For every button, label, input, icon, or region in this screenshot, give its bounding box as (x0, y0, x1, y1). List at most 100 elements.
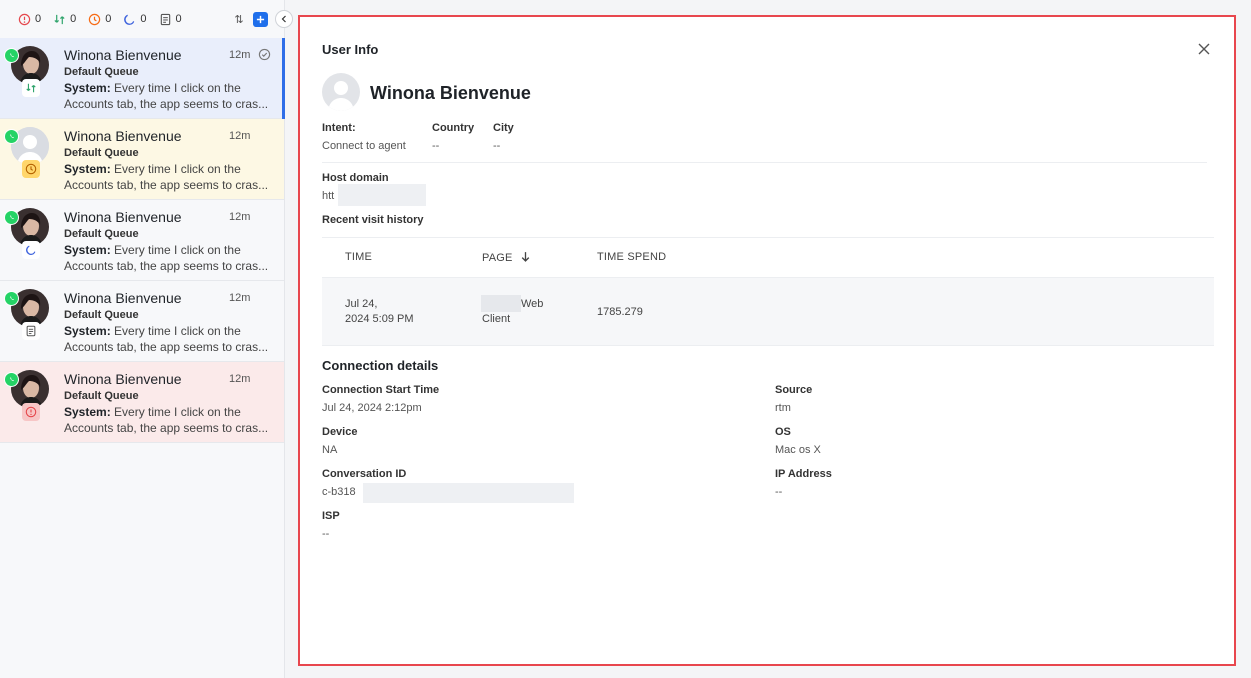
conversation-item[interactable]: Winona Bienvenue 12m Default Queue Syste… (0, 200, 284, 281)
redacted-block (363, 483, 574, 503)
column-header-time[interactable]: TIME (345, 251, 372, 263)
whatsapp-icon (4, 210, 19, 225)
moon-icon (22, 241, 40, 259)
cell-time-spend: 1785.279 (597, 306, 643, 318)
column-header-time-spend[interactable]: TIME SPEND (597, 251, 666, 263)
note-icon (160, 13, 170, 25)
avatar (322, 73, 360, 111)
conversation-name: Winona Bienvenue (64, 371, 182, 387)
counter-note[interactable]: 0 (159, 13, 182, 26)
isp-value: -- (322, 528, 330, 540)
chevron-left-icon (281, 15, 286, 23)
conversation-preview: System: Every time I click on the Account… (64, 323, 274, 355)
city-label: City (493, 122, 514, 134)
conversation-item[interactable]: Winona Bienvenue 12m Default Queue Syste… (0, 281, 284, 362)
conversation-name: Winona Bienvenue (64, 290, 182, 306)
city-value: -- (493, 140, 501, 152)
sidebar-actions: ⇅ (231, 0, 293, 38)
plus-icon (256, 15, 265, 23)
moon-icon (124, 14, 135, 25)
counter-moon[interactable]: 0 (123, 13, 147, 26)
conversation-id-value: c-b318 (322, 486, 356, 498)
ip-address-label: IP Address (775, 468, 832, 480)
conversation-item[interactable]: Winona Bienvenue 12m Default Queue Syste… (0, 119, 284, 200)
preview-line-2: Accounts tab, the app seems to cras... (64, 340, 269, 354)
recent-visit-label: Recent visit history (322, 214, 424, 226)
counter-alert-value: 0 (35, 13, 42, 25)
conversation-preview: System: Every time I click on the Account… (64, 80, 274, 112)
close-icon[interactable] (1196, 41, 1212, 57)
counter-clock[interactable]: 0 (88, 13, 111, 26)
redacted-block (481, 295, 521, 312)
redacted-block (338, 184, 426, 206)
counter-transfer[interactable]: 0 (53, 13, 76, 26)
counter-transfer-value: 0 (70, 13, 77, 25)
conversation-queue: Default Queue (64, 228, 139, 240)
start-time-value: Jul 24, 2024 2:12pm (322, 402, 422, 414)
counter-note-value: 0 (175, 13, 182, 25)
preview-sender: System: (64, 243, 111, 257)
whatsapp-icon (4, 372, 19, 387)
status-counter-bar: 0 0 0 0 0 ⇅ (0, 0, 293, 38)
preview-sender: System: (64, 324, 111, 338)
transfer-icon (54, 14, 65, 24)
conversation-item[interactable]: Winona Bienvenue 12m Default Queue Syste… (0, 38, 285, 119)
collapse-sidebar-button[interactable] (275, 10, 293, 28)
preview-line-1: Every time I click on the (114, 81, 241, 95)
table-row: Jul 24, 2024 5:09 PM Web Client 1785.279 (322, 278, 1214, 346)
preview-sender: System: (64, 162, 111, 176)
counter-moon-value: 0 (140, 13, 147, 25)
intent-label: Intent: (322, 122, 356, 134)
counter-alert[interactable]: 0 (18, 13, 41, 26)
whatsapp-icon (4, 48, 19, 63)
whatsapp-icon (4, 129, 19, 144)
conversation-time: 12m (229, 49, 251, 61)
conversation-sidebar: 0 0 0 0 0 ⇅ Winona Bienvenue 12m Default… (0, 0, 293, 678)
host-domain-value: htt (322, 190, 335, 202)
preview-line-1: Every time I click on the (114, 405, 241, 419)
add-conversation-button[interactable] (253, 11, 268, 27)
conversation-preview: System: Every time I click on the Account… (64, 242, 274, 274)
conversation-id-label: Conversation ID (322, 468, 407, 480)
panel-title: User Info (322, 42, 379, 57)
visit-history-table: TIME PAGE TIME SPEND Jul 24, 2024 5:09 P… (322, 237, 1214, 346)
conversation-preview: System: Every time I click on the Account… (64, 161, 274, 193)
sort-button[interactable]: ⇅ (231, 11, 247, 27)
country-value: -- (432, 140, 440, 152)
check-circle-icon[interactable] (258, 48, 271, 61)
os-label: OS (775, 426, 791, 438)
alert-circle-icon (18, 13, 31, 25)
conversation-time: 12m (229, 373, 251, 385)
note-icon (22, 322, 40, 340)
preview-line-2: Accounts tab, the app seems to cras... (64, 259, 269, 273)
preview-line-2: Accounts tab, the app seems to cras... (64, 97, 269, 111)
conversation-list: Winona Bienvenue 12m Default Queue Syste… (0, 38, 285, 443)
connection-details-title: Connection details (322, 358, 439, 373)
conversation-name: Winona Bienvenue (64, 47, 182, 63)
host-domain-label: Host domain (322, 172, 389, 184)
whatsapp-icon (4, 291, 19, 306)
cell-page-line-2: Client (482, 313, 511, 325)
arrow-down-icon (521, 252, 530, 262)
source-label: Source (775, 384, 813, 396)
conversation-name: Winona Bienvenue (64, 128, 182, 144)
counter-clock-value: 0 (105, 13, 112, 25)
preview-line-1: Every time I click on the (114, 162, 241, 176)
preview-sender: System: (64, 405, 111, 419)
conversation-time: 12m (229, 130, 251, 142)
start-time-label: Connection Start Time (322, 384, 440, 396)
conversation-queue: Default Queue (64, 66, 139, 78)
cell-time: Jul 24, 2024 5:09 PM (345, 297, 414, 327)
conversation-queue: Default Queue (64, 309, 139, 321)
clock-alert-icon (89, 13, 101, 25)
table-header-row: TIME PAGE TIME SPEND (322, 237, 1214, 278)
cell-time-line-1: Jul 24, (345, 298, 378, 310)
clock-alert-icon (22, 160, 40, 178)
preview-line-1: Every time I click on the (114, 324, 241, 338)
user-info-panel: User Info Winona Bienvenue Intent: Conne… (298, 15, 1236, 666)
conversation-item[interactable]: Winona Bienvenue 12m Default Queue Syste… (0, 362, 284, 443)
conversation-queue: Default Queue (64, 147, 139, 159)
user-name: Winona Bienvenue (370, 83, 531, 103)
column-header-page[interactable]: PAGE (482, 251, 531, 264)
preview-line-2: Accounts tab, the app seems to cras... (64, 421, 269, 435)
